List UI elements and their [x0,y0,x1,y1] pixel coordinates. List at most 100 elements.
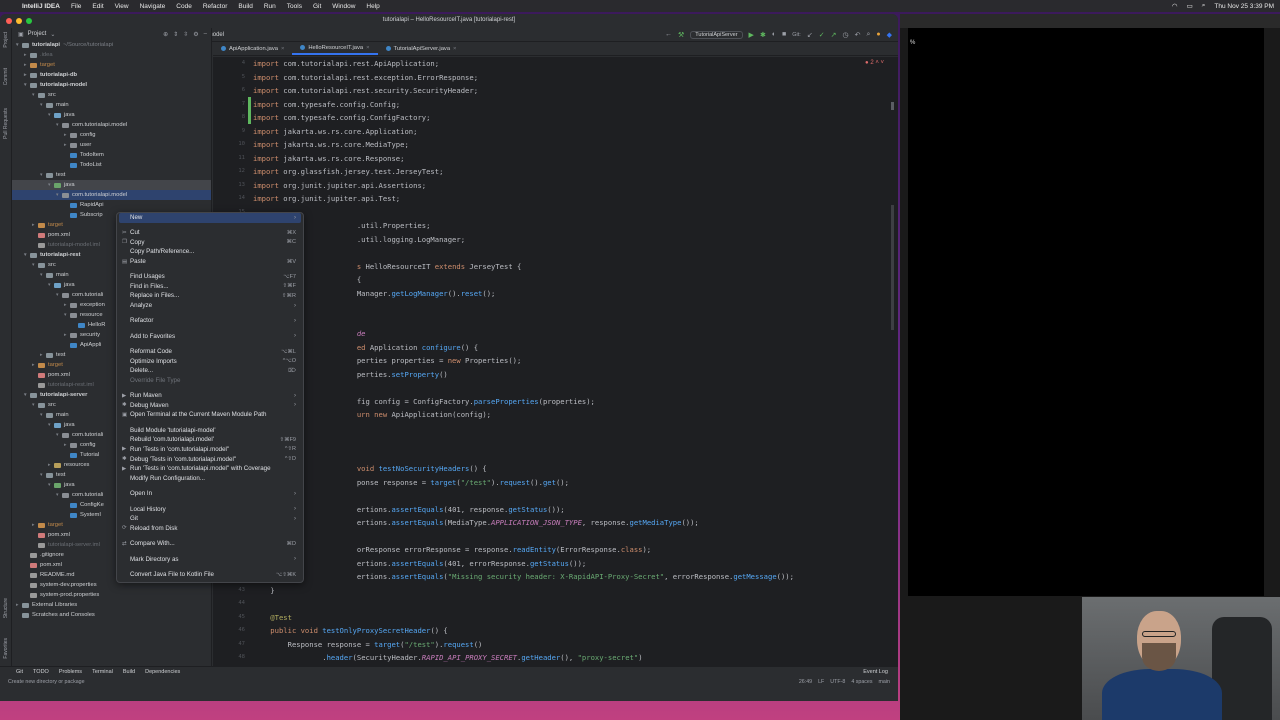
context-menu-item[interactable]: ▶ Run 'Tests in 'com.tutorialapi.model'' ^… [119,445,301,455]
context-menu-item[interactable]: Find in Files... ⇧⌘F [119,282,301,292]
settings-icon[interactable]: ● [876,31,880,38]
tree-node[interactable]: TodoList [12,160,211,170]
menu-git[interactable]: Git [313,3,321,10]
context-menu-item[interactable]: Find Usages ⌥F7 [119,272,301,282]
code-area[interactable]: import com.tutorialapi.rest.ApiApplicati… [253,57,888,678]
tree-node[interactable]: ▾ com.tutorialapi.model [12,120,211,130]
tree-node[interactable]: system-prod.properties [12,590,211,600]
editor-tab[interactable]: ApiApplication.java × [213,42,292,55]
pull-requests-tool-button[interactable]: Pull Requests [3,108,9,139]
collapse-all-icon[interactable]: ⇳ [183,31,188,38]
terminal-window[interactable]: % [908,28,1264,596]
hide-icon[interactable]: – [204,31,207,38]
rollback-icon[interactable]: ↶ [855,31,861,39]
menu-window[interactable]: Window [332,3,355,10]
context-menu-item[interactable]: Reformat Code ⌥⌘L [119,347,301,357]
context-menu-item[interactable]: ▤ Paste ⌘V [119,257,301,267]
context-menu-item[interactable]: Modify Run Configuration... [119,474,301,484]
tree-node[interactable]: RapidApi [12,200,211,210]
run-icon[interactable]: ▶ [749,31,754,39]
tree-node[interactable]: ▾ tutorialapi-model [12,80,211,90]
build-icon[interactable]: ⚒ [678,31,684,39]
wifi-icon[interactable]: ◠ [1172,2,1178,10]
debug-icon[interactable]: ✱ [760,31,766,39]
favorites-tool-button[interactable]: Favorites [3,638,9,659]
tree-node[interactable]: ▾ src [12,90,211,100]
stop-icon[interactable]: ■ [782,31,786,38]
error-indicator[interactable]: ● 2 ˄ ˅ [865,60,884,66]
tool-window-build[interactable]: Build [123,669,135,675]
history-icon[interactable]: ◷ [842,31,848,39]
chevron-down-icon[interactable]: ⌄ [50,31,55,38]
context-menu-item[interactable]: Analyze › [119,301,301,311]
context-menu-item[interactable]: New › [119,213,301,223]
context-menu-item[interactable]: Convert Java File to Kotlin File ⌥⇧⌘K [119,570,301,580]
menu-code[interactable]: Code [176,3,192,10]
tool-window-todo[interactable]: TODO [33,669,49,675]
indent-setting[interactable]: 4 spaces [851,679,872,685]
gear-icon[interactable]: ⚙ [193,31,198,38]
context-menu-item[interactable]: Open In › [119,489,301,499]
project-tool-button[interactable]: Project [3,32,9,48]
line-separator[interactable]: LF [818,679,824,685]
menu-file[interactable]: File [71,3,81,10]
code-editor[interactable]: 4567891011121314151617181920212223242526… [213,57,898,677]
context-menu-item[interactable]: ▶ Run Maven › [119,391,301,401]
project-panel-title[interactable]: Project [28,31,47,37]
tree-node[interactable]: ▾ main [12,100,211,110]
locate-icon[interactable]: ⊕ [163,31,168,38]
commit-tool-button[interactable]: Commit [3,68,9,85]
editor-tab[interactable]: HelloResourceIT.java × [292,42,378,55]
tree-node[interactable]: ▾ tutorialapi ~/Source/tutorialapi [12,40,211,50]
context-menu-item[interactable]: Rebuild 'com.tutorialapi.model' ⇧⌘F9 [119,435,301,445]
tree-node[interactable]: ▸ config [12,130,211,140]
menu-tools[interactable]: Tools [287,3,302,10]
menu-help[interactable]: Help [366,3,379,10]
context-menu-item[interactable]: Copy Path/Reference... [119,247,301,257]
tree-node[interactable]: ▸ .idea [12,50,211,60]
tool-window-git[interactable]: Git [16,669,23,675]
tree-node[interactable]: ▸ target [12,60,211,70]
context-menu-item[interactable]: Git › [119,514,301,524]
menu-view[interactable]: View [115,3,129,10]
git-commit-icon[interactable]: ✓ [819,31,825,39]
back-icon[interactable]: ← [665,31,672,38]
tree-node[interactable]: ▸ user [12,140,211,150]
git-push-icon[interactable]: ↗ [831,31,837,39]
context-menu-item[interactable]: Mark Directory as › [119,555,301,565]
menu-clock[interactable]: Thu Nov 25 3:39 PM [1214,3,1274,10]
context-menu-item[interactable]: Replace in Files... ⇧⌘R [119,291,301,301]
menu-edit[interactable]: Edit [92,3,103,10]
context-menu-item[interactable]: ⇄ Compare With... ⌘D [119,539,301,549]
menu-navigate[interactable]: Navigate [140,3,166,10]
tool-window-terminal[interactable]: Terminal [92,669,113,675]
context-menu-item[interactable]: ❐ Copy ⌘C [119,238,301,248]
git-update-icon[interactable]: ↙ [807,31,813,39]
tree-node[interactable]: ▾ java [12,180,211,190]
scrollbar-track[interactable] [891,205,894,330]
context-menu-item[interactable]: Delete... ⌦ [119,366,301,376]
battery-icon[interactable]: ▭ [1187,2,1193,10]
close-tab-icon[interactable]: × [366,45,369,51]
file-encoding[interactable]: UTF-8 [830,679,845,685]
menu-build[interactable]: Build [238,3,252,10]
structure-tool-button[interactable]: Structure [3,598,9,618]
tree-node[interactable]: Scratches and Consoles [12,610,211,620]
context-menu-item[interactable]: ✂ Cut ⌘X [119,228,301,238]
caret-position[interactable]: 26:49 [799,679,812,685]
coverage-icon[interactable]: ◐ [772,31,776,38]
search-everywhere-icon[interactable]: ⌕ [866,31,870,39]
tree-node[interactable]: ▸ tutorialapi-db [12,70,211,80]
search-icon[interactable]: ⌕ [1202,2,1206,10]
context-menu-item[interactable]: ▶ Run 'Tests in 'com.tutorialapi.model'' … [119,464,301,474]
context-menu-item[interactable]: Build Module 'tutorialapi-model' [119,426,301,436]
scrollbar-thumb[interactable] [891,102,894,110]
context-menu-item[interactable]: ▣ Open Terminal at the Current Maven Modu… [119,410,301,420]
tree-node[interactable]: ▾ com.tutorialapi.model [12,190,211,200]
app-menu[interactable]: IntelliJ IDEA [22,3,60,10]
close-tab-icon[interactable]: × [453,46,456,52]
context-menu-item[interactable]: Add to Favorites › [119,332,301,342]
context-menu-item[interactable]: Optimize Imports ^⌥O [119,357,301,367]
tree-node[interactable]: TodoItem [12,150,211,160]
git-branch[interactable]: main [879,679,890,685]
